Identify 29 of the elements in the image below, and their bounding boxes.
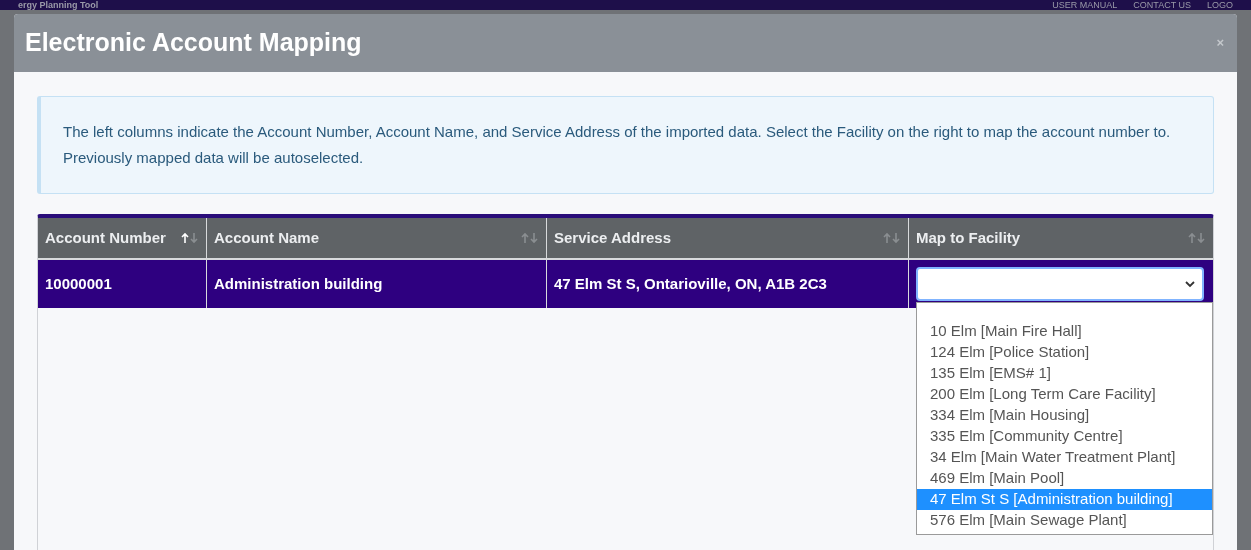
column-label: Account Name [214, 227, 320, 248]
column-header[interactable]: Account Number [38, 218, 206, 258]
table-cell-text: Administration building [214, 273, 383, 294]
info-text: The left columns indicate the Account Number, Account Name, and Service Address of the imported data. Select the Facility on the right to map the account number to. Previously mapped data will be autoselected. [63, 123, 1171, 166]
dropdown-option[interactable]: 10 Elm [Main Fire Hall] [917, 321, 1212, 342]
facility-select[interactable] [916, 267, 1204, 301]
nav-link[interactable]: CONTACT US [1133, 1, 1191, 10]
dropdown-option[interactable]: 469 Elm [Main Pool] [917, 468, 1212, 489]
column-header[interactable]: Map to Facility [908, 218, 1213, 258]
column-label: Map to Facility [916, 227, 1021, 248]
chevron-down-icon [1184, 280, 1196, 288]
table-cell-text: 47 Elm St S, Ontarioville, ON, A1B 2C3 [554, 273, 827, 294]
app-title: ergy Planning Tool [18, 1, 99, 10]
dropdown-option[interactable]: 135 Elm [EMS# 1] [917, 363, 1212, 384]
dropdown-option[interactable]: 34 Elm [Main Water Treatment Plant] [917, 447, 1212, 468]
column-label: Service Address [554, 227, 671, 248]
nav-link[interactable]: USER MANUAL [1052, 1, 1118, 10]
sort-icon[interactable] [181, 232, 199, 244]
column-header[interactable]: Account Name [206, 218, 546, 258]
dropdown-option[interactable]: 335 Elm [Community Centre] [917, 426, 1212, 447]
dropdown-option[interactable]: 200 Elm [Long Term Care Facility] [917, 384, 1212, 405]
column-label: Account Number [45, 227, 166, 248]
column-header[interactable]: Service Address [546, 218, 908, 258]
modal-title: Electronic Account Mapping [25, 27, 362, 59]
dropdown-option[interactable]: 334 Elm [Main Housing] [917, 405, 1212, 426]
nav-link[interactable]: LOGO [1207, 1, 1233, 10]
dropdown-option[interactable]: 124 Elm [Police Station] [917, 342, 1212, 363]
table-cell-text: 10000001 [45, 273, 112, 294]
dropdown-option[interactable]: 576 Elm [Main Sewage Plant] [917, 510, 1212, 531]
